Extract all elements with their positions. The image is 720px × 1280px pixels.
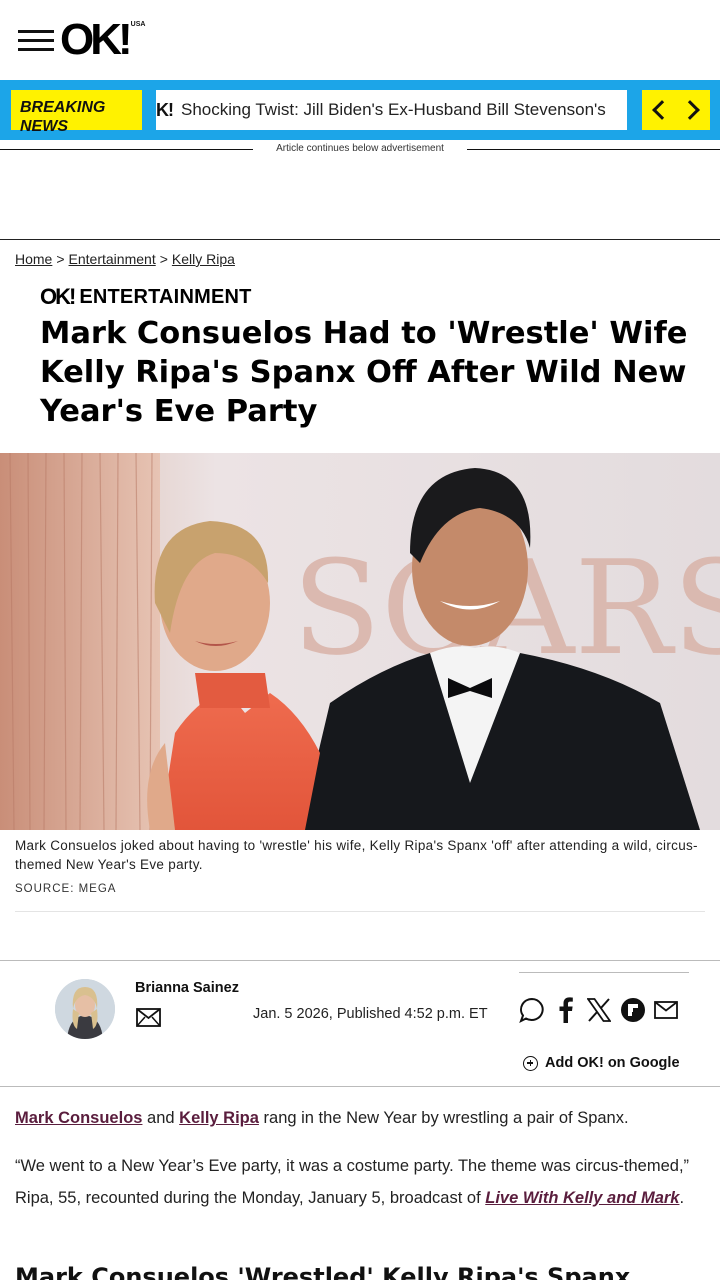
divider	[0, 149, 253, 150]
breaking-label-line2: NEWS	[20, 118, 68, 135]
ok-mark-icon: K!	[156, 99, 174, 120]
paragraph-text: .	[679, 1189, 685, 1207]
divider	[467, 149, 720, 150]
divider	[0, 960, 720, 961]
divider	[519, 972, 689, 973]
hero-image: SCARS	[0, 453, 720, 830]
add-ok-on-google-button[interactable]: Add OK! on Google	[523, 1055, 680, 1071]
divider	[0, 1086, 720, 1087]
ad-slot	[0, 156, 720, 239]
breadcrumb-separator: >	[56, 251, 65, 267]
breadcrumb-kelly-ripa[interactable]: Kelly Ripa	[172, 251, 235, 267]
breaking-news-headline[interactable]: Shocking Twist: Jill Biden's Ex-Husband …	[181, 100, 606, 120]
link-live-with-kelly-and-mark[interactable]: Live With Kelly and Mark	[485, 1189, 679, 1207]
comment-icon[interactable]	[518, 996, 546, 1024]
logo-text[interactable]: OK!	[60, 18, 133, 62]
ad-notice-text: Article continues below advertisement	[276, 143, 444, 154]
breadcrumb-entertainment[interactable]: Entertainment	[69, 251, 156, 267]
breadcrumb-home[interactable]: Home	[15, 251, 52, 267]
menu-icon[interactable]	[18, 28, 54, 52]
author-name[interactable]: Brianna Sainez	[135, 980, 239, 996]
image-source: SOURCE: MEGA	[15, 883, 117, 895]
breaking-news-story[interactable]: K! Shocking Twist: Jill Biden's Ex-Husba…	[156, 90, 627, 130]
category-logo: OK!	[40, 284, 76, 309]
article-subheading: Mark Consuelos 'Wrestled' Kelly Ripa's S…	[15, 1263, 631, 1280]
breadcrumb: Home > Entertainment > Kelly Ripa	[15, 250, 235, 268]
divider	[15, 911, 705, 912]
facebook-icon[interactable]	[552, 996, 580, 1024]
author-email-icon[interactable]	[136, 1008, 161, 1027]
ad-notice: Article continues below advertisement	[0, 142, 720, 156]
x-icon[interactable]	[585, 996, 613, 1024]
chevron-right-icon[interactable]	[680, 100, 700, 120]
site-header: OK! USA	[0, 0, 720, 80]
breaking-news-label: BREAKING NEWS	[11, 90, 142, 135]
article-paragraph: Mark Consuelos and Kelly Ripa rang in th…	[15, 1102, 705, 1134]
hero-photo: SCARS	[0, 453, 720, 830]
share-bar	[518, 995, 680, 1025]
author-avatar[interactable]	[55, 979, 115, 1039]
plus-circle-icon	[523, 1055, 538, 1071]
breaking-news-bar: BREAKING NEWS K! Shocking Twist: Jill Bi…	[0, 80, 720, 140]
category-label[interactable]: ENTERTAINMENT	[79, 286, 251, 309]
divider	[0, 239, 720, 240]
link-kelly-ripa[interactable]: Kelly Ripa	[179, 1109, 259, 1127]
image-caption: Mark Consuelos joked about having to 'wr…	[15, 838, 698, 872]
flipboard-icon[interactable]	[619, 996, 647, 1024]
paragraph-text: rang in the New Year by wrestling a pair…	[258, 1109, 629, 1127]
article-paragraph: “We went to a New Year’s Eve party, it w…	[15, 1150, 705, 1214]
breaking-label-line1: BREAKING	[20, 99, 106, 116]
article-category[interactable]: OK! ENTERTAINMENT	[40, 284, 252, 310]
site-logo[interactable]: OK! USA	[60, 18, 145, 62]
paragraph-text: and	[142, 1109, 180, 1127]
breaking-news-nav	[642, 90, 710, 130]
publish-date: Jan. 5 2026, Published 4:52 p.m. ET	[253, 1006, 488, 1022]
email-icon[interactable]	[652, 996, 680, 1024]
link-mark-consuelos[interactable]: Mark Consuelos	[15, 1109, 142, 1127]
logo-region: USA	[130, 21, 146, 28]
breadcrumb-separator: >	[159, 251, 168, 267]
chevron-left-icon[interactable]	[652, 100, 672, 120]
article-headline: Mark Consuelos Had to 'Wrestle' Wife Kel…	[40, 316, 688, 429]
add-google-label: Add OK! on Google	[545, 1055, 680, 1071]
